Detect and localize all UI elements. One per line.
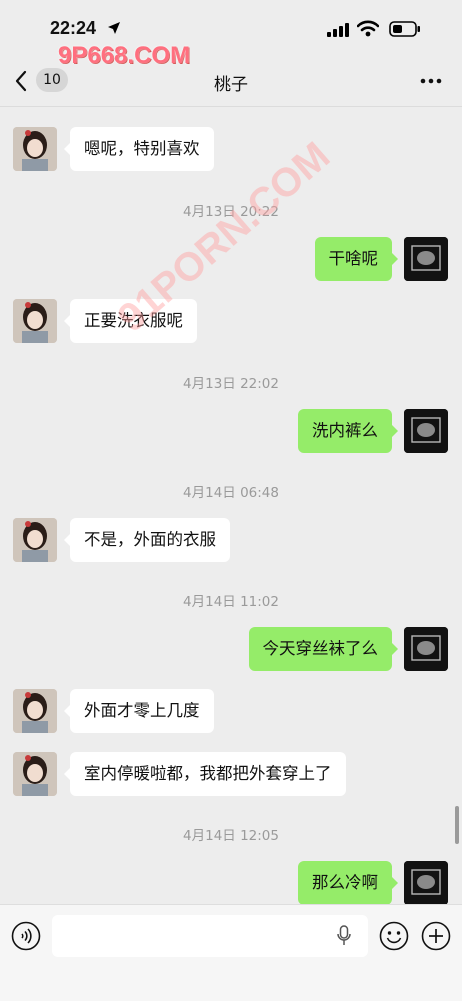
location-arrow-icon (108, 22, 120, 34)
message-bubble-incoming[interactable]: 外面才零上几度 (64, 689, 214, 733)
message-timestamp: 4月14日 06:48 (183, 485, 279, 501)
message-bubble-incoming[interactable]: 不是，外面的衣服 (64, 518, 230, 562)
contact-avatar[interactable] (13, 518, 57, 562)
plus-icon[interactable] (421, 921, 451, 951)
message-input[interactable] (52, 915, 368, 957)
battery-icon (389, 21, 420, 37)
chat-title: 桃子 (214, 75, 248, 95)
status-bar: 22:24 (0, 0, 462, 46)
message-timestamp: 4月14日 12:05 (183, 828, 279, 844)
message-bubble-outgoing[interactable]: 洗内裤么 (298, 409, 398, 453)
user-avatar[interactable] (404, 627, 448, 671)
message-bubble-outgoing[interactable]: 那么冷啊 (298, 861, 398, 905)
voice-input-icon[interactable] (11, 921, 41, 951)
user-avatar[interactable] (404, 409, 448, 453)
user-avatar[interactable] (404, 237, 448, 281)
message-timestamp: 4月13日 22:02 (183, 376, 279, 392)
cellular-signal-icon (327, 23, 349, 37)
more-options-icon[interactable] (420, 78, 442, 84)
user-avatar[interactable] (404, 861, 448, 905)
contact-avatar[interactable] (13, 299, 57, 343)
contact-avatar[interactable] (13, 752, 57, 796)
contact-avatar[interactable] (13, 689, 57, 733)
message-bubble-outgoing[interactable]: 干啥呢 (314, 237, 398, 281)
emoji-icon[interactable] (379, 921, 409, 951)
status-time: 22:24 (50, 18, 97, 38)
microphone-icon[interactable] (337, 925, 351, 947)
wifi-icon (357, 20, 379, 37)
message-bubble-outgoing[interactable]: 今天穿丝袜了么 (248, 627, 398, 671)
chat-header: 10 桃子 (0, 56, 462, 107)
scrollbar-thumb[interactable] (455, 806, 459, 844)
message-timestamp: 4月14日 11:02 (183, 594, 279, 610)
message-bubble-incoming[interactable]: 室内停暖啦都，我都把外套穿上了 (64, 752, 346, 796)
input-toolbar (0, 904, 462, 1001)
contact-avatar[interactable] (13, 127, 57, 171)
message-bubble-incoming[interactable]: 嗯呢，特别喜欢 (64, 127, 214, 171)
